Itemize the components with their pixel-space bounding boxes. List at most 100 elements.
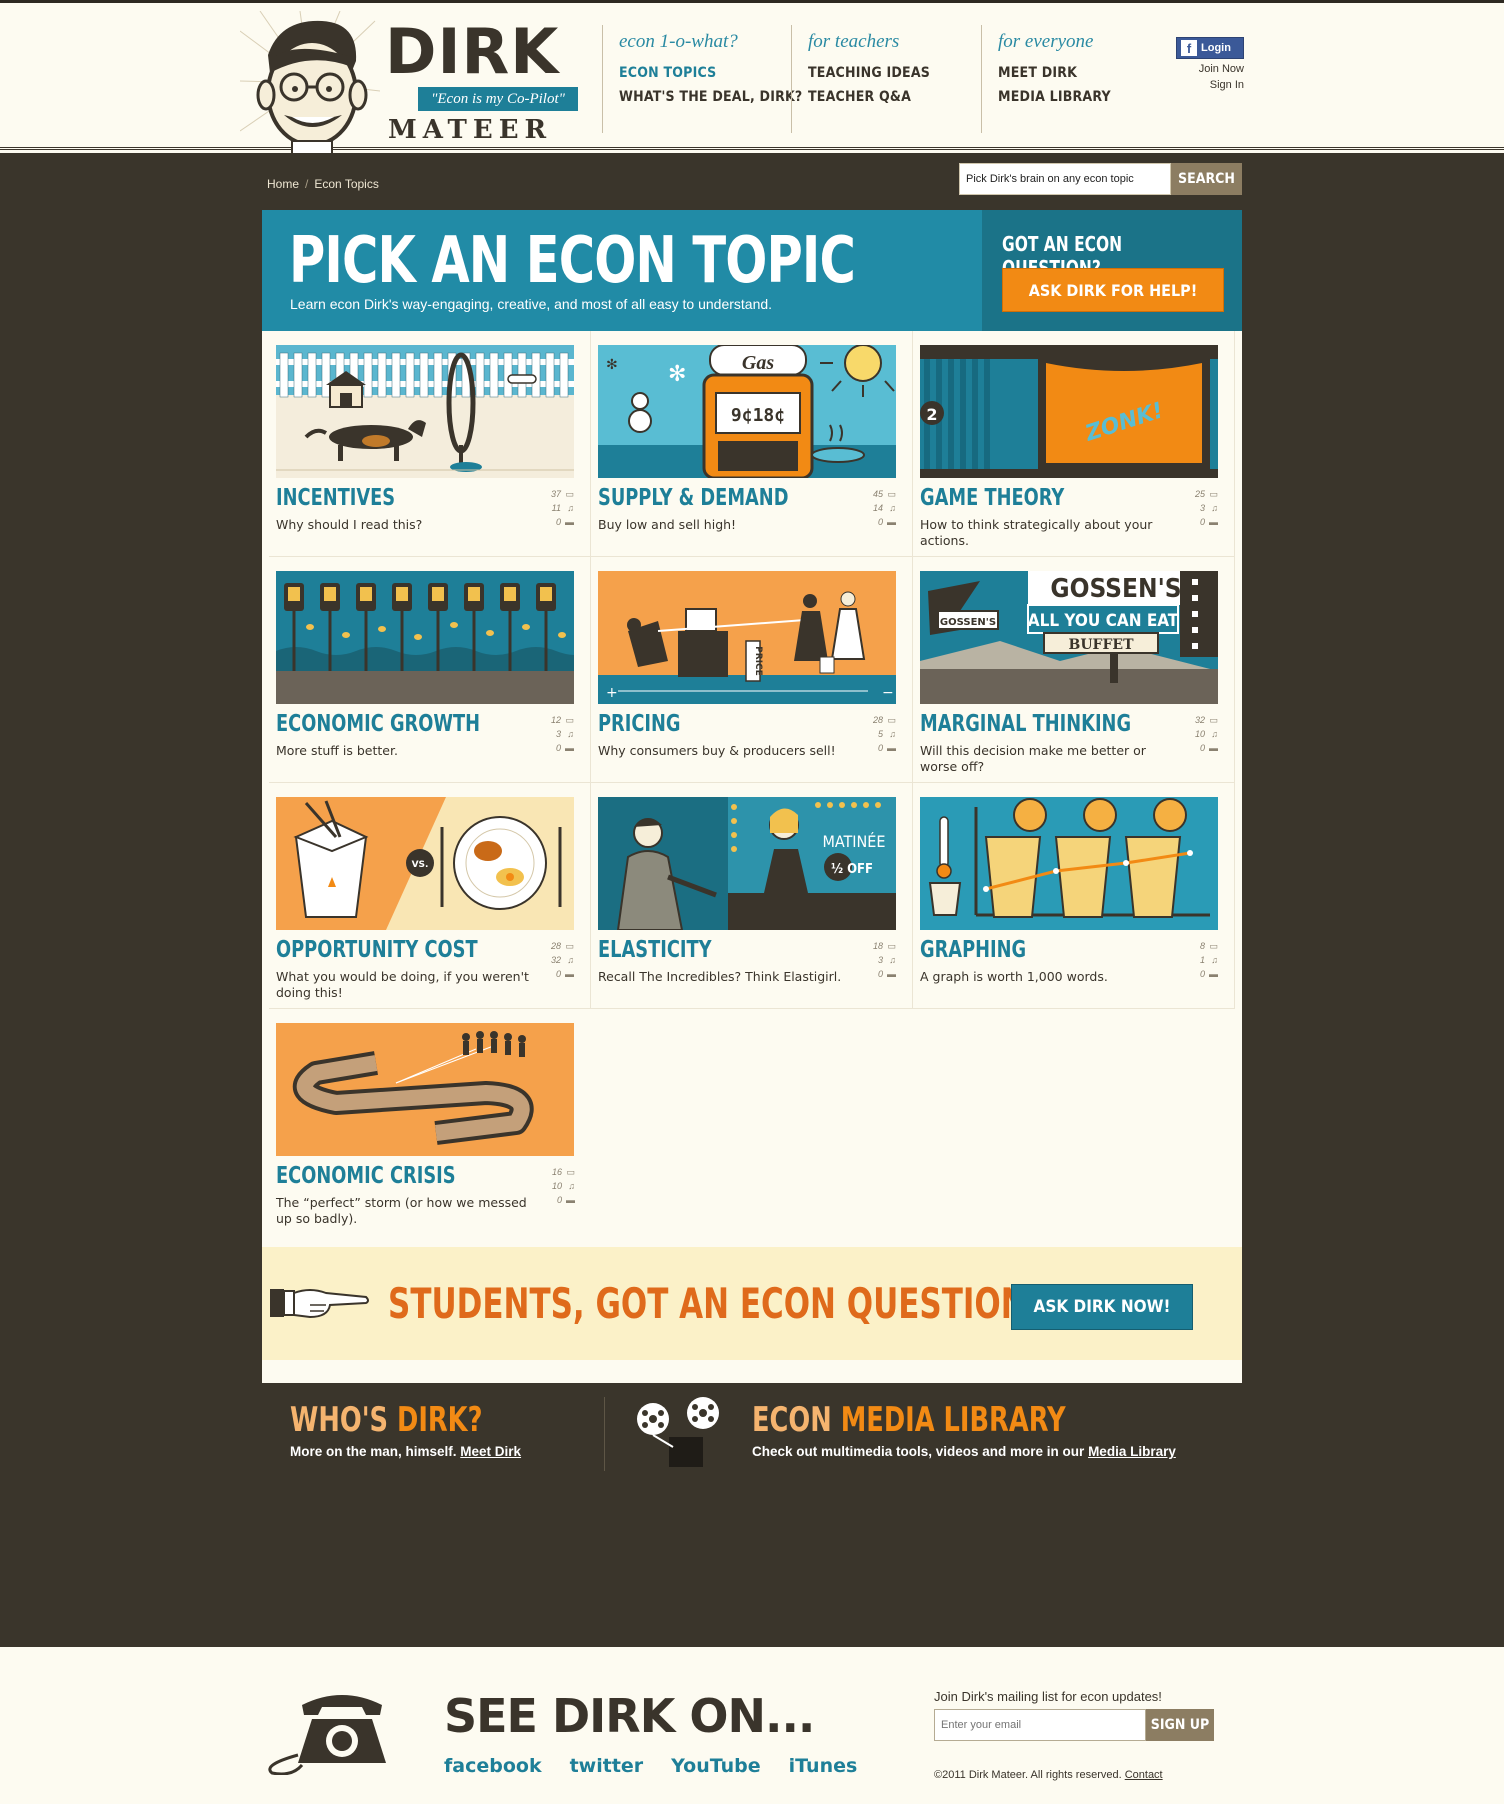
nav-link-media-library[interactable]: MEDIA LIBRARY: [998, 89, 1111, 105]
topic-title[interactable]: PRICING: [598, 711, 681, 737]
sign-up-button[interactable]: SIGN UP: [1146, 1709, 1214, 1741]
topic-description: The “perfect” storm (or how we messed up…: [276, 1195, 527, 1226]
hero-question-box: GOT AN ECON QUESTION? ASK DIRK FOR HELP!: [982, 210, 1242, 331]
nav-link-meet-dirk[interactable]: MEET DIRK: [998, 65, 1111, 81]
topic-image-economic-crisis[interactable]: [276, 1023, 574, 1156]
sign-in-link[interactable]: Sign In: [1140, 79, 1244, 91]
calendar-icon: ▭: [887, 941, 896, 951]
contact-link[interactable]: Contact: [1125, 1769, 1163, 1781]
logo-dirk-text: DIRK: [385, 15, 560, 88]
topic-stats: 32 ▭ 10 ♫ 0 ▬: [1178, 713, 1218, 755]
see-dirk-on-heading: SEE DIRK ON...: [444, 1689, 815, 1743]
nav-link-teaching-ideas[interactable]: TEACHING IDEAS: [808, 65, 930, 81]
students-banner: STUDENTS, GOT AN ECON QUESTION? ASK DIRK…: [262, 1247, 1242, 1360]
stat-items: 8 ▭: [1199, 941, 1218, 951]
students-banner-text: STUDENTS, GOT AN ECON QUESTION?: [388, 1279, 1045, 1328]
gossens-sign-text: GOSSEN'S: [1050, 574, 1181, 604]
topic-title[interactable]: GRAPHING: [920, 937, 1026, 963]
topic-title[interactable]: MARGINAL THINKING: [920, 711, 1131, 737]
whos-dirk-subtitle: More on the man, himself. Meet Dirk: [290, 1444, 522, 1459]
media-library-title: ECON MEDIA LIBRARY: [752, 1400, 1066, 1440]
topic-card-marginal-thinking[interactable]: GOSSEN'S GOSSEN'S ALL YOU CAN EAT BUFFET…: [913, 557, 1235, 783]
comment-icon: ▬: [887, 517, 896, 527]
topics-panel: PICK AN ECON TOPIC Learn econ Dirk's way…: [262, 210, 1242, 1383]
buffet-text: BUFFET: [1068, 637, 1134, 653]
breadcrumb: Home / Econ Topics: [267, 177, 379, 191]
nav-column-everyone: for everyone MEET DIRK MEDIA LIBRARY: [981, 25, 1111, 133]
nav-link-econ-topics[interactable]: ECON TOPICS: [619, 65, 802, 81]
topic-image-incentives[interactable]: [276, 345, 574, 478]
itunes-link[interactable]: iTunes: [789, 1755, 858, 1777]
topic-image-graphing[interactable]: [920, 797, 1218, 930]
topic-image-supply-demand[interactable]: ✻ ✻ Gas 9¢18¢: [598, 345, 896, 478]
topic-stats: 12 ▭ 3 ♫ 0 ▬: [534, 713, 574, 755]
media-library-link[interactable]: Media Library: [1088, 1444, 1176, 1459]
topic-image-game-theory[interactable]: ZONK! 2: [920, 345, 1218, 478]
topic-title[interactable]: ECONOMIC GROWTH: [276, 711, 480, 737]
media-library-promo: ECON MEDIA LIBRARY Check out multimedia …: [752, 1400, 1176, 1459]
topic-title[interactable]: GAME THEORY: [920, 485, 1064, 511]
ask-dirk-help-button[interactable]: ASK DIRK FOR HELP!: [1002, 268, 1224, 312]
topic-card-graphing[interactable]: GRAPHING A graph is worth 1,000 words. 8…: [913, 783, 1235, 1009]
stat-audio: 3 ♫: [1199, 503, 1218, 513]
nav-link-whats-the-deal[interactable]: WHAT'S THE DEAL, DIRK?: [619, 89, 802, 105]
topic-stats: 45 ▭ 14 ♫ 0 ▬: [856, 487, 896, 529]
nav-link-teacher-qa[interactable]: TEACHER Q&A: [808, 89, 930, 105]
facebook-login-label: Login: [1201, 42, 1231, 54]
search-button[interactable]: SEARCH: [1171, 163, 1242, 195]
breadcrumb-home[interactable]: Home: [267, 177, 299, 191]
stat-audio: 11 ♫: [551, 503, 574, 513]
stat-comments: 0 ▬: [1199, 743, 1218, 753]
stat-comments: 0 ▬: [555, 743, 574, 753]
topic-card-elasticity[interactable]: MATINÉE ½ OFF ELASTICITY Recall The Incr…: [591, 783, 913, 1009]
music-note-icon: ♫: [1211, 503, 1218, 513]
topic-card-economic-growth[interactable]: ECONOMIC GROWTH More stuff is better. 12…: [269, 557, 591, 783]
versus-text: VS.: [412, 860, 429, 870]
whos-dirk-promo: WHO'S DIRK? More on the man, himself. Me…: [290, 1400, 521, 1459]
topic-stats: 28 ▭ 32 ♫ 0 ▬: [534, 939, 574, 981]
stat-items: 28 ▭: [872, 715, 896, 725]
topic-title[interactable]: ELASTICITY: [598, 937, 712, 963]
topic-image-pricing[interactable]: + − PRICE: [598, 571, 896, 704]
ask-dirk-now-button[interactable]: ASK DIRK NOW!: [1011, 1284, 1193, 1330]
site-logo[interactable]: DIRK "Econ is my Co-Pilot" MATEER: [240, 11, 585, 156]
youtube-link[interactable]: YouTube: [671, 1755, 760, 1777]
topic-image-economic-growth[interactable]: [276, 571, 574, 704]
music-note-icon: ♫: [889, 503, 896, 513]
topic-title[interactable]: OPPORTUNITY COST: [276, 937, 478, 963]
topic-image-elasticity[interactable]: MATINÉE ½ OFF: [598, 797, 896, 930]
topic-title[interactable]: ECONOMIC CRISIS: [276, 1163, 456, 1189]
stat-comments: 0 ▬: [556, 1195, 575, 1205]
topic-card-economic-crisis[interactable]: ECONOMIC CRISIS The “perfect” storm (or …: [269, 1009, 591, 1235]
topic-card-supply-demand[interactable]: ✻ ✻ Gas 9¢18¢ SUPPLY & DEMAND Buy low an…: [591, 331, 913, 557]
search-input[interactable]: [959, 163, 1171, 195]
topic-image-opportunity-cost[interactable]: VS.: [276, 797, 574, 930]
meet-dirk-link[interactable]: Meet Dirk: [460, 1444, 521, 1459]
twitter-link[interactable]: twitter: [570, 1755, 644, 1777]
topic-stats: 18 ▭ 3 ♫ 0 ▬: [856, 939, 896, 981]
topic-title[interactable]: SUPPLY & DEMAND: [598, 485, 788, 511]
account-box: f Login Join Now Sign In: [1140, 37, 1244, 91]
pointing-hand-icon: [270, 1289, 369, 1319]
stat-comments: 0 ▬: [877, 743, 896, 753]
topic-card-opportunity-cost[interactable]: VS. OPPORTUNITY COST What you would be d…: [269, 783, 591, 1009]
email-field[interactable]: [934, 1709, 1146, 1741]
facebook-link[interactable]: facebook: [444, 1755, 542, 1777]
half-off-text: ½ OFF: [831, 862, 873, 877]
topic-title[interactable]: INCENTIVES: [276, 485, 395, 511]
topic-image-marginal-thinking[interactable]: GOSSEN'S GOSSEN'S ALL YOU CAN EAT BUFFET: [920, 571, 1218, 704]
facebook-login-button[interactable]: f Login: [1176, 37, 1244, 59]
calendar-icon: ▭: [565, 715, 574, 725]
stat-items: 12 ▭: [550, 715, 574, 725]
join-now-link[interactable]: Join Now: [1140, 63, 1244, 75]
search-form: SEARCH: [959, 163, 1242, 195]
topic-card-pricing[interactable]: + − PRICE PRICING Why consumers buy & pr…: [591, 557, 913, 783]
topic-card-game-theory[interactable]: ZONK! 2 GAME THEORY How to think strateg…: [913, 331, 1235, 557]
comment-icon: ▬: [566, 1195, 575, 1205]
topic-description: How to think strategically about your ac…: [920, 517, 1153, 548]
calendar-icon: ▭: [1209, 489, 1218, 499]
topic-card-incentives[interactable]: INCENTIVES Why should I read this? 37 ▭ 1…: [269, 331, 591, 557]
topic-stats: 37 ▭ 11 ♫ 0 ▬: [534, 487, 574, 529]
social-links: facebook twitter YouTube iTunes: [444, 1755, 857, 1777]
calendar-icon: ▭: [565, 941, 574, 951]
